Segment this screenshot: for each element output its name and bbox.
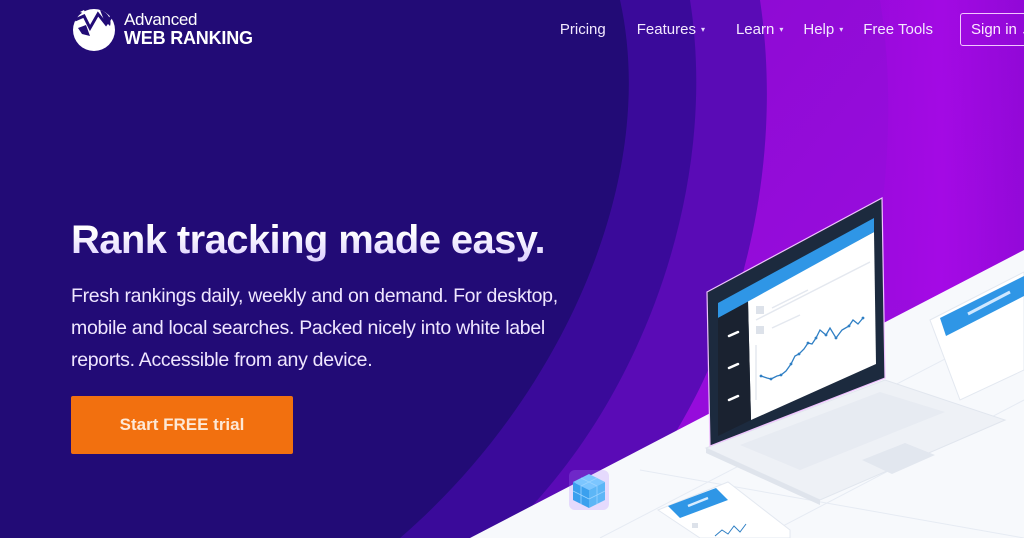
caret-down-icon: ▾ bbox=[700, 24, 705, 34]
nav-item-label: Features bbox=[636, 20, 696, 38]
nav-item-help[interactable]: Help ▾ bbox=[803, 21, 843, 38]
nav-item-label: Free Tools bbox=[863, 20, 933, 38]
brand-name-line2: WEB RANKING bbox=[124, 28, 253, 48]
nav-item-label: Learn bbox=[735, 20, 775, 38]
nav-item-label: Pricing bbox=[559, 20, 606, 38]
hero-subtitle: Fresh rankings daily, weekly and on dema… bbox=[71, 285, 558, 371]
brand-name: Advanced WEB RANKING bbox=[124, 11, 253, 47]
nav-item-label: Help bbox=[803, 20, 835, 38]
nav-item-features[interactable]: Features ▾ bbox=[637, 21, 705, 38]
caret-down-icon: ▾ bbox=[839, 24, 844, 34]
nav-item-learn[interactable]: Learn ▾ bbox=[736, 21, 783, 38]
caret-down-icon: ▾ bbox=[779, 24, 784, 34]
background-arcs bbox=[0, 0, 1024, 538]
nav-item-pricing[interactable]: Pricing bbox=[560, 21, 606, 38]
nav-item-free-tools[interactable]: Free Tools bbox=[863, 21, 933, 38]
start-free-trial-button[interactable]: Start FREE trial bbox=[71, 396, 293, 454]
brand-name-line1: Advanced bbox=[124, 10, 198, 29]
brand-logo[interactable]: Advanced WEB RANKING bbox=[70, 6, 253, 52]
main-nav: Pricing Features ▾ Learn ▾ Help ▾ Free T… bbox=[560, 12, 1024, 46]
sign-in-button[interactable]: Sign in ↗ bbox=[960, 12, 1024, 46]
hero-headline: Rank tracking made easy. bbox=[71, 218, 546, 262]
sign-in-label: Sign in bbox=[971, 20, 1017, 38]
hero-section: Advanced WEB RANKING Pricing Features ▾ … bbox=[0, 0, 1024, 538]
globe-chart-icon bbox=[73, 9, 115, 51]
